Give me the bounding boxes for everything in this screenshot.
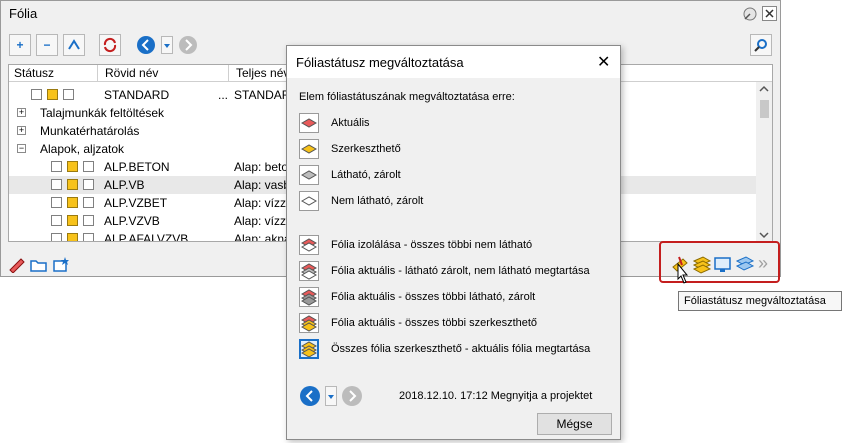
layer-yellow-icon (299, 139, 319, 159)
dialog-title: Fóliastátusz megváltoztatása (296, 55, 464, 70)
status-option-current[interactable]: Aktuális (299, 113, 609, 135)
forward-button[interactable] (179, 36, 197, 54)
layers-mixed-icon (299, 261, 319, 281)
layer-red-icon (299, 113, 319, 133)
collapse-icon[interactable]: − (17, 144, 26, 153)
vertical-scrollbar[interactable] (756, 82, 772, 242)
arrow-right-icon (349, 390, 357, 402)
mouse-cursor-icon (674, 262, 690, 285)
back-button[interactable] (137, 36, 155, 54)
action-all-editable[interactable]: Összes fólia szerkeszthető - aktuális fó… (299, 339, 609, 361)
status-option-editable[interactable]: Szerkeszthető (299, 139, 609, 161)
expand-icon[interactable]: + (17, 126, 26, 135)
remove-layer-button[interactable]: − (36, 34, 58, 56)
open-button[interactable] (29, 255, 49, 273)
tooltip: Fóliastátusz megváltoztatása (678, 291, 842, 311)
layers-editable-icon (299, 313, 319, 333)
cancel-label: Mégse (556, 417, 593, 431)
layer-status-dialog: Fóliastátusz megváltoztatása ✕ Elem fóli… (286, 45, 621, 440)
dialog-back-button[interactable] (300, 386, 320, 406)
dialog-history-dropdown[interactable] (325, 386, 337, 406)
layers-isolate-icon (299, 235, 319, 255)
chevron-down-icon (164, 44, 170, 48)
dialog-close-icon[interactable]: ✕ (597, 52, 610, 72)
pin-icon[interactable] (742, 6, 758, 22)
scrollbar-thumb[interactable] (760, 100, 769, 118)
arrow-right-icon (185, 39, 193, 51)
rename-icon (68, 39, 80, 50)
column-status[interactable]: Státusz (14, 66, 54, 80)
column-short-name[interactable]: Rövid név (105, 66, 158, 80)
add-layer-button[interactable]: + (9, 34, 31, 56)
settings-button[interactable] (51, 255, 71, 273)
arrow-left-icon (305, 390, 313, 402)
search-icon (754, 39, 767, 52)
action-current-keep-visibility[interactable]: Fólia aktuális - látható zárolt, nem lát… (299, 261, 609, 283)
layer-gray-icon (299, 165, 319, 185)
layer-pick-button[interactable] (7, 255, 27, 274)
dialog-forward-button[interactable] (342, 386, 362, 406)
pencil-icon (9, 258, 25, 274)
refresh-layers-button[interactable] (99, 34, 121, 56)
chevron-down-icon (328, 395, 334, 399)
cancel-button[interactable]: Mégse (537, 413, 612, 435)
layer-outline-icon (299, 191, 319, 211)
rename-layer-button[interactable] (63, 34, 85, 56)
action-current-others-editable[interactable]: Fólia aktuális - összes többi szerkeszth… (299, 313, 609, 335)
refresh-icon (103, 37, 117, 53)
layers-all-editable-icon (299, 339, 319, 359)
arrow-left-icon (141, 39, 149, 51)
history-dropdown-button[interactable] (161, 36, 173, 54)
dialog-prompt: Elem fóliastátuszának megváltoztatása er… (299, 91, 515, 103)
chevron-up-icon[interactable] (756, 82, 772, 96)
window-title: Fólia (9, 6, 38, 21)
column-full-name[interactable]: Teljes név (236, 66, 289, 80)
window-close-button[interactable] (762, 6, 777, 21)
search-button[interactable] (750, 34, 772, 56)
action-current-others-locked[interactable]: Fólia aktuális - összes többi látható, z… (299, 287, 609, 309)
expand-icon[interactable]: + (17, 108, 26, 117)
status-option-visible-locked[interactable]: Látható, zárolt (299, 165, 609, 187)
chevron-down-icon[interactable] (756, 228, 772, 242)
star-icon (53, 257, 69, 272)
status-option-hidden-locked[interactable]: Nem látható, zárolt (299, 191, 609, 213)
layers-locked-icon (299, 287, 319, 307)
history-text: 2018.12.10. 17:12 Megnyitja a projektet (399, 390, 593, 402)
folder-icon (30, 260, 47, 272)
dialog-titlebar: Fóliastátusz megváltoztatása ✕ (287, 46, 620, 78)
action-isolate-layer[interactable]: Fólia izolálása - összes többi nem látha… (299, 235, 609, 257)
